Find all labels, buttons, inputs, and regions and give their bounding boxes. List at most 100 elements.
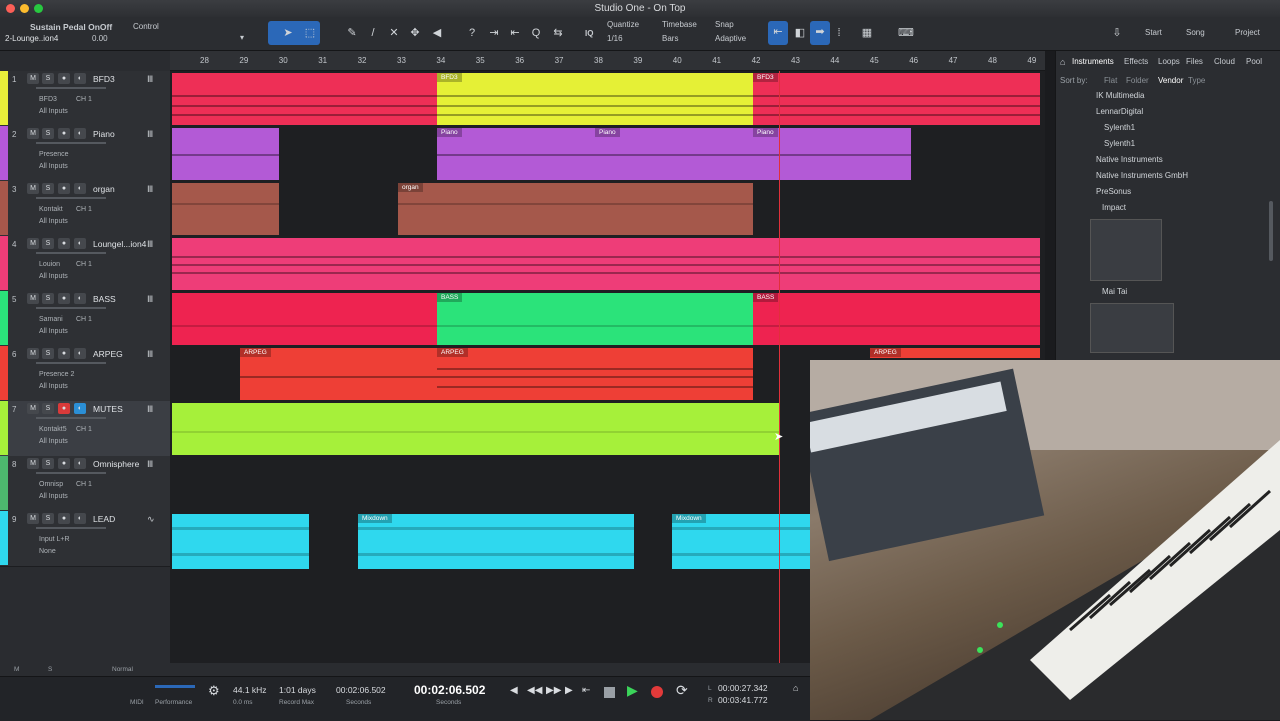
monitor-button[interactable]: ◐ — [74, 183, 86, 194]
solo-button[interactable]: S — [42, 238, 54, 249]
instrument-select[interactable]: Kontakt — [39, 206, 63, 213]
browser-item[interactable]: IK Multimedia — [1096, 91, 1144, 100]
volume-fader[interactable] — [36, 527, 106, 529]
volume-fader[interactable] — [36, 472, 106, 474]
playhead[interactable] — [779, 71, 780, 666]
skip-end-icon[interactable]: ▶ — [565, 685, 573, 696]
browser-tab-pool[interactable]: Pool — [1246, 57, 1262, 66]
gear-icon[interactable]: ⚙ — [208, 683, 220, 699]
clip-bass[interactable]: BASS — [437, 293, 753, 345]
instrument-select[interactable]: Presence 2 — [39, 371, 74, 378]
clip-organ[interactable]: organ — [398, 183, 753, 235]
mute-button[interactable]: M — [27, 73, 39, 84]
bend-tool-icon[interactable]: ✥ — [406, 24, 424, 42]
input-select[interactable]: All Inputs — [39, 383, 68, 390]
input-select[interactable]: None — [39, 548, 56, 555]
mute-button[interactable]: M — [27, 293, 39, 304]
browser-tab-files[interactable]: Files — [1186, 57, 1203, 66]
volume-fader[interactable] — [36, 197, 106, 199]
channel-select[interactable]: CH 1 — [76, 316, 92, 323]
channel-select[interactable]: CH 1 — [76, 481, 92, 488]
clip-mutes[interactable] — [172, 403, 779, 455]
channel-select[interactable]: CH 1 — [76, 261, 92, 268]
browser-item[interactable]: Native Instruments — [1096, 155, 1163, 164]
clip-lead[interactable] — [172, 514, 309, 569]
clip-piano[interactable]: Piano — [595, 128, 753, 180]
track-name[interactable]: BASS — [93, 294, 116, 304]
nudge-right-icon[interactable]: ⇤ — [506, 24, 524, 42]
input-select[interactable]: All Inputs — [39, 273, 68, 280]
help-icon[interactable]: ? — [463, 24, 481, 42]
solo-all-button[interactable]: S — [48, 666, 52, 673]
instrument-select[interactable]: Presence — [39, 151, 69, 158]
loop-start-time[interactable]: 00:00:27.342 — [718, 683, 768, 693]
mute-tool-icon[interactable]: ✕ — [385, 24, 403, 42]
monitor-button[interactable]: ◐ — [74, 348, 86, 359]
track-header-organ[interactable]: 3 M S ● ◐ organ Ⅲ Kontakt CH 1 All Inputs — [0, 181, 170, 237]
browser-tab-effects[interactable]: Effects — [1124, 57, 1148, 66]
track-name[interactable]: Omnisphere — [93, 459, 139, 469]
record-arm-button[interactable]: ● — [58, 403, 70, 414]
grid-icon[interactable]: ◧ — [791, 24, 809, 42]
browser-item[interactable]: Sylenth1 — [1104, 139, 1135, 148]
track-header-piano[interactable]: 2 M S ● ◐ Piano Ⅲ Presence All Inputs — [0, 126, 170, 182]
solo-button[interactable]: S — [42, 348, 54, 359]
marker-icon[interactable]: ⁞ — [830, 24, 848, 42]
volume-fader[interactable] — [36, 87, 106, 89]
sort-option-folder[interactable]: Folder — [1126, 76, 1149, 85]
volume-fader[interactable] — [36, 142, 106, 144]
record-arm-button[interactable]: ● — [58, 513, 70, 524]
record-arm-button[interactable]: ● — [58, 348, 70, 359]
clip-lead[interactable]: Mixdown — [672, 514, 810, 569]
instrument-select[interactable]: Omnisp — [39, 481, 63, 488]
sort-option-type[interactable]: Type — [1188, 76, 1205, 85]
track-name[interactable]: Loungel...ion4 — [93, 239, 146, 249]
start-button[interactable]: Start — [1145, 28, 1162, 37]
monitor-button[interactable]: ◐ — [74, 128, 86, 139]
track-header-bfd3[interactable]: 1 M S ● ◐ BFD3 Ⅲ BFD3 CH 1 All Inputs — [0, 71, 170, 127]
mute-button[interactable]: M — [27, 513, 39, 524]
download-icon[interactable]: ⇩ — [1108, 24, 1126, 42]
zoom-icon[interactable]: Q — [527, 24, 545, 42]
solo-button[interactable]: S — [42, 183, 54, 194]
instrument-select[interactable]: Input L+R — [39, 536, 70, 543]
instrument-select[interactable]: BFD3 — [39, 96, 57, 103]
clip-lead[interactable]: Mixdown — [358, 514, 634, 569]
track-header-omnisphere[interactable]: 8 M S ● ◐ Omnisphere Ⅲ Omnisp CH 1 All Inputs — [0, 456, 170, 512]
main-time-display[interactable]: 00:02:06.502 — [414, 683, 485, 697]
clip-bfd3[interactable] — [172, 73, 437, 125]
solo-button[interactable]: S — [42, 128, 54, 139]
input-select[interactable]: All Inputs — [39, 438, 68, 445]
mute-all-button[interactable]: M — [14, 666, 19, 673]
chevron-down-icon[interactable]: ▾ — [240, 33, 244, 42]
browser-item[interactable]: Impact — [1102, 203, 1126, 212]
record-arm-button[interactable]: ● — [58, 183, 70, 194]
impact-thumbnail[interactable] — [1090, 219, 1162, 281]
track-header-lead[interactable]: 9 M S ● ◐ LEAD ∿ Input L+R None — [0, 511, 170, 567]
track-header-mutes[interactable]: 7 M S ● ◐ MUTES Ⅲ Kontakt5 CH 1 All Inputs — [0, 401, 170, 457]
project-button[interactable]: Project — [1235, 28, 1260, 37]
sustain-value[interactable]: 0.00 — [92, 34, 108, 43]
loop-icon[interactable]: ⟳ — [676, 682, 688, 699]
track-name[interactable]: organ — [93, 184, 115, 194]
input-select[interactable]: All Inputs — [39, 493, 68, 500]
track-name[interactable]: BFD3 — [93, 74, 115, 84]
split-tool-icon[interactable]: / — [364, 24, 382, 42]
loop-start-icon[interactable]: ⇤ — [582, 685, 590, 696]
volume-fader[interactable] — [36, 417, 106, 419]
record-button[interactable] — [651, 686, 663, 698]
play-button[interactable]: ▶ — [627, 682, 638, 699]
browser-item[interactable]: Native Instruments GmbH — [1096, 171, 1188, 180]
mute-button[interactable]: M — [27, 348, 39, 359]
metronome-icon[interactable]: ⌂ — [793, 683, 798, 693]
mute-button[interactable]: M — [27, 403, 39, 414]
track-header-arpeg[interactable]: 6 M S ● ◐ ARPEG Ⅲ Presence 2 All Inputs — [0, 346, 170, 402]
solo-button[interactable]: S — [42, 403, 54, 414]
channel-select[interactable]: CH 1 — [76, 96, 92, 103]
rewind-icon[interactable]: ◀◀ — [527, 685, 542, 696]
solo-button[interactable]: S — [42, 293, 54, 304]
browser-item[interactable]: Mai Tai — [1102, 287, 1127, 296]
monitor-button[interactable]: ◐ — [74, 403, 86, 414]
monitor-button[interactable]: ◐ — [74, 238, 86, 249]
clip-arpeg[interactable]: ARPEG — [437, 348, 753, 400]
